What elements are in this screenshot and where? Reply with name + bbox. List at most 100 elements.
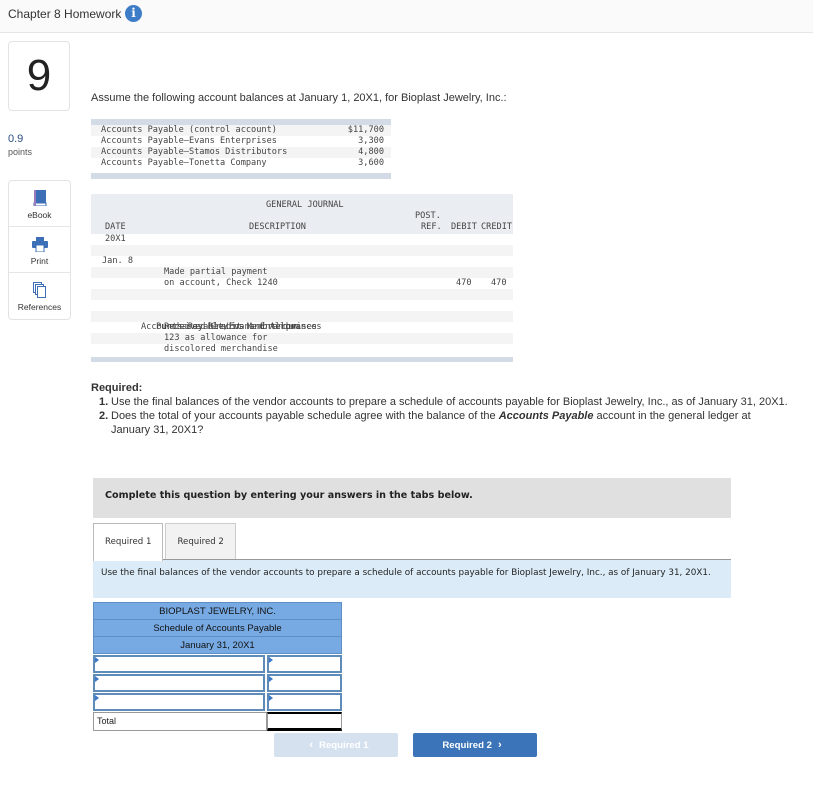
- input-indicator-icon: [269, 676, 273, 682]
- journal-year: 20X1: [105, 234, 126, 244]
- schedule-row: [93, 693, 342, 711]
- amount-input[interactable]: [267, 655, 342, 673]
- account-name: Accounts Payable—Tonetta Company: [101, 158, 267, 168]
- required-item: 1. Use the final balances of the vendor …: [99, 395, 791, 409]
- account-select[interactable]: [93, 655, 265, 673]
- assignment-title: Chapter 8 Homework: [8, 7, 122, 21]
- balances-rows: Accounts Payable (control account) $11,70…: [91, 125, 391, 169]
- schedule-date: January 31, 20X1: [93, 636, 342, 654]
- print-icon: [9, 235, 70, 253]
- tab-required-2[interactable]: Required 2: [165, 523, 236, 560]
- schedule-total-row: Total: [93, 712, 342, 731]
- schedule-row: [93, 674, 342, 692]
- entry-memo: Made partial payment: [164, 267, 268, 277]
- complete-banner: Complete this question by entering your …: [93, 478, 731, 518]
- journal-row: Jan. 8 Accounts Payable/Stamos Distribut…: [91, 245, 513, 288]
- account-amount: $11,700: [347, 125, 384, 135]
- next-label: Required 2: [442, 740, 492, 751]
- total-value: [267, 712, 342, 731]
- points-label: points: [8, 147, 33, 157]
- account-select[interactable]: [93, 693, 265, 711]
- question-intro: Assume the following account balances at…: [91, 92, 507, 104]
- ebook-icon: [9, 189, 70, 207]
- schedule-title: Schedule of Accounts Payable: [93, 619, 342, 637]
- schedule-row: [93, 655, 342, 673]
- journal-header: GENERAL JOURNAL POST. DATE DESCRIPTION R…: [91, 194, 513, 234]
- dropdown-indicator-icon: [95, 657, 99, 663]
- account-balances-table: Accounts Payable (control account) $11,70…: [91, 119, 391, 179]
- required-list: 1. Use the final balances of the vendor …: [91, 395, 791, 437]
- tab-instruction: Use the final balances of the vendor acc…: [93, 560, 731, 598]
- col-date: DATE: [105, 222, 126, 232]
- amount-input[interactable]: [267, 674, 342, 692]
- account-amount: 3,300: [358, 136, 384, 146]
- required-section: Required: 1. Use the final balances of t…: [91, 381, 791, 437]
- ebook-button[interactable]: eBook: [9, 181, 70, 227]
- balance-row: Accounts Payable—Evans Enterprises 3,300: [91, 136, 391, 147]
- schedule-company: BIOPLAST JEWELRY, INC.: [93, 602, 342, 620]
- journal-row: Received Credit Memorandum: [91, 322, 513, 333]
- general-journal: GENERAL JOURNAL POST. DATE DESCRIPTION R…: [91, 194, 513, 362]
- col-post: POST.: [415, 211, 441, 221]
- required-item-text: Use the final balances of the vendor acc…: [111, 396, 788, 408]
- amount-input[interactable]: [267, 693, 342, 711]
- info-icon[interactable]: i: [125, 5, 142, 22]
- account-select[interactable]: [93, 674, 265, 692]
- required-item-text: Does the total of your accounts payable …: [111, 409, 791, 437]
- journal-bottom-bar: [91, 357, 513, 362]
- emphasis-text: Accounts Payable: [498, 410, 594, 422]
- schedule-table: BIOPLAST JEWELRY, INC. Schedule of Accou…: [93, 602, 342, 731]
- tools-panel: eBook Print References: [8, 180, 71, 320]
- prev-required-button[interactable]: ‹ Required 1: [274, 733, 398, 757]
- chevron-left-icon: ‹: [309, 739, 314, 751]
- journal-row: 20X1: [91, 234, 513, 245]
- col-ref: REF.: [421, 222, 442, 232]
- points-value: 0.9: [8, 133, 24, 145]
- entry-memo: on account, Check 1240: [164, 278, 278, 288]
- journal-row: discolored merchandise: [91, 344, 513, 355]
- references-label: References: [17, 302, 62, 312]
- journal-row: Made partial payment: [91, 267, 513, 278]
- answer-tabs: Required 1 Required 2: [93, 523, 236, 561]
- account-name: Accounts Payable (control account): [101, 125, 277, 135]
- print-button[interactable]: Print: [9, 227, 70, 273]
- balance-row: Accounts Payable (control account) $11,70…: [91, 125, 391, 136]
- prev-label: Required 1: [319, 740, 369, 751]
- points-display: 0.9 points: [8, 133, 32, 157]
- journal-row: 123 as allowance for: [91, 333, 513, 344]
- journal-row: Cash 470: [91, 256, 513, 288]
- tab-required-1[interactable]: Required 1: [93, 523, 164, 561]
- col-description: DESCRIPTION: [249, 222, 306, 232]
- table-bottom-bar: [91, 173, 391, 179]
- account-name: Accounts Payable—Evans Enterprises: [101, 136, 277, 146]
- account-amount: 4,800: [358, 147, 384, 157]
- journal-row: [91, 289, 513, 300]
- entry-memo: discolored merchandise: [164, 344, 278, 354]
- required-heading: Required:: [91, 382, 143, 394]
- dropdown-indicator-icon: [95, 695, 99, 701]
- required-item-number: 2.: [99, 410, 109, 422]
- total-label: Total: [93, 712, 267, 731]
- balance-row: Accounts Payable—Stamos Distributors 4,80…: [91, 147, 391, 158]
- journal-title: GENERAL JOURNAL: [266, 200, 344, 210]
- question-number-box: 9: [8, 41, 70, 111]
- entry-memo: 123 as allowance for: [164, 333, 268, 343]
- account-amount: 3,600: [358, 158, 384, 168]
- required-item: 2. Does the total of your accounts payab…: [99, 409, 791, 437]
- references-button[interactable]: References: [9, 273, 70, 319]
- account-name: Accounts Payable—Stamos Distributors: [101, 147, 288, 157]
- question-number: 9: [26, 51, 52, 100]
- text-segment: Does the total of your accounts payable …: [111, 410, 499, 422]
- balance-row: Accounts Payable—Tonetta Company 3,600: [91, 158, 391, 169]
- col-debit: DEBIT: [451, 222, 477, 232]
- dropdown-indicator-icon: [95, 676, 99, 682]
- print-label: Print: [30, 256, 49, 266]
- journal-row: on account, Check 1240: [91, 278, 513, 289]
- entry-memo: Received Credit Memorandum: [164, 322, 299, 332]
- journal-row: Purchases Returns and Allowances 370: [91, 311, 513, 343]
- ebook-label: eBook: [27, 210, 52, 220]
- top-bar: Chapter 8 Homework i: [0, 0, 813, 33]
- next-required-button[interactable]: Required 2 ›: [413, 733, 537, 757]
- input-indicator-icon: [269, 695, 273, 701]
- references-icon: [9, 281, 70, 299]
